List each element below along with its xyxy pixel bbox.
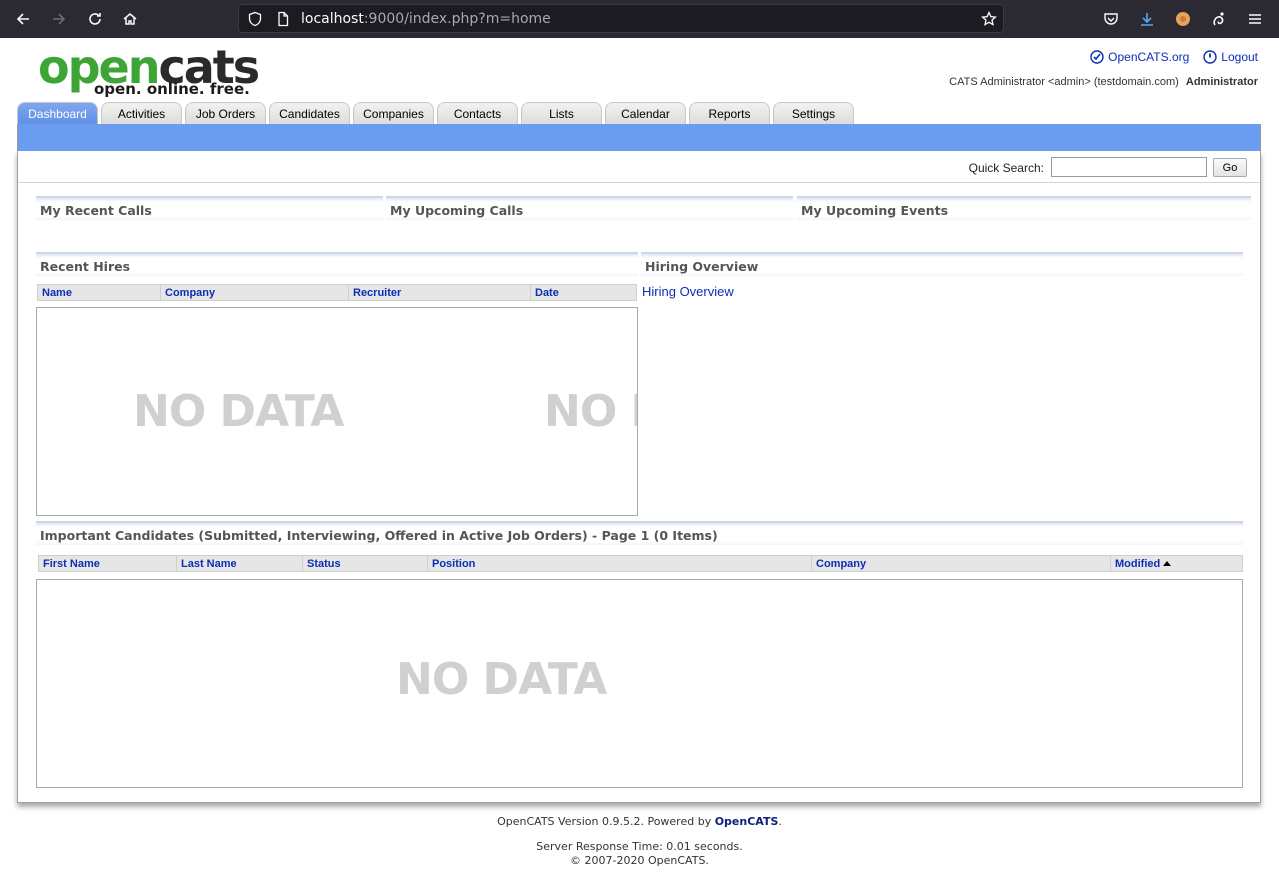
user-line: CATS Administrator <admin> (testdomain.c… [949,76,1179,88]
col-modified-label: Modified [1115,558,1161,570]
forward-button[interactable] [47,7,71,31]
col-recruiter[interactable]: Recruiter [349,285,531,300]
logout-label: Logout [1221,50,1258,64]
col-first-name[interactable]: First Name [39,556,177,571]
reload-button[interactable] [83,7,107,31]
main-tabs: Dashboard Activities Job Orders Candidat… [17,102,854,125]
opencats-org-link[interactable]: OpenCATS.org [1090,50,1189,64]
quick-search-go-button[interactable]: Go [1213,158,1247,177]
section-recent-hires: Recent Hires [36,252,638,276]
tab-reports[interactable]: Reports [689,102,770,124]
tab-contacts[interactable]: Contacts [437,102,518,124]
candidates-table-empty: NO DATA [36,579,1243,788]
home-button[interactable] [118,7,142,31]
check-circle-icon [1090,50,1104,64]
hamburger-icon [1249,14,1261,24]
tab-dashboard[interactable]: Dashboard [17,102,98,125]
opencats-footer-link[interactable]: OpenCATS [715,815,779,828]
no-data-label: NO DATA [396,654,607,705]
col-modified[interactable]: Modified [1111,556,1242,571]
user-role: Administrator [1185,76,1258,88]
tab-candidates[interactable]: Candidates [269,102,350,124]
shield-icon [248,11,262,27]
col-last-name[interactable]: Last Name [177,556,303,571]
menu-button[interactable] [1243,7,1267,31]
gnome-icon [1213,12,1224,26]
downloads-button[interactable] [1135,7,1159,31]
url-text: localhost:9000/index.php?m=home [301,11,551,27]
col-position[interactable]: Position [428,556,812,571]
pocket-button[interactable] [1099,7,1123,31]
star-icon[interactable] [981,11,997,27]
tab-lists[interactable]: Lists [521,102,602,124]
download-icon [1141,13,1153,26]
logout-link[interactable]: Logout [1203,50,1258,64]
pocket-icon [1104,13,1118,25]
tab-calendar[interactable]: Calendar [605,102,686,124]
user-info: CATS Administrator <admin> (testdomain.c… [949,76,1258,88]
col-company[interactable]: Company [812,556,1111,571]
quick-search-input[interactable] [1051,157,1207,177]
power-icon [1203,50,1217,64]
version-text: OpenCATS Version 0.9.5.2. Powered by [497,815,715,828]
section-upcoming-events: My Upcoming Events [797,196,1251,220]
opencats-org-label: OpenCATS.org [1108,50,1190,64]
hiring-overview-link[interactable]: Hiring Overview [642,284,734,299]
footer-copyright: © 2007-2020 OpenCATS. [570,854,709,867]
avatar-icon [1176,12,1190,26]
section-upcoming-calls: My Upcoming Calls [386,196,793,220]
extension-button[interactable] [1207,7,1231,31]
reload-icon [89,13,101,25]
account-button[interactable] [1171,7,1195,31]
tab-settings[interactable]: Settings [773,102,854,124]
candidates-header: First Name Last Name Status Position Com… [38,555,1243,572]
col-status[interactable]: Status [303,556,428,571]
arrow-right-icon [53,13,66,25]
arrow-left-icon [16,13,29,25]
logo-tagline: open. online. free. [94,80,250,98]
subtab-bar [17,124,1261,151]
section-hiring-overview: Hiring Overview [641,252,1243,276]
sort-asc-icon [1163,561,1172,566]
browser-toolbar: localhost:9000/index.php?m=home [0,0,1279,38]
col-name[interactable]: Name [38,285,161,300]
tab-companies[interactable]: Companies [353,102,434,124]
no-data-label-partial: NO D [544,386,637,437]
page-icon [278,11,289,27]
footer-response-time: Server Response Time: 0.01 seconds. [536,840,743,853]
tab-job-orders[interactable]: Job Orders [185,102,266,124]
footer-version: OpenCATS Version 0.9.5.2. Powered by Ope… [0,815,1279,828]
opencats-logo[interactable]: opencats open. online. free. [38,44,260,102]
header-links: OpenCATS.org Logout [1090,50,1258,64]
tab-activities[interactable]: Activities [101,102,182,124]
url-bar[interactable]: localhost:9000/index.php?m=home [238,4,1004,33]
section-recent-calls: My Recent Calls [36,196,383,220]
no-data-label: NO DATA [133,386,344,437]
col-company[interactable]: Company [161,285,349,300]
recent-hires-header: Name Company Recruiter Date [37,284,637,301]
recent-hires-chart: NO DATA NO D [36,307,638,516]
quick-search-row: Quick Search: Go [18,151,1260,183]
version-suffix: . [778,815,782,828]
home-icon [123,13,137,25]
quick-search-label: Quick Search: [968,161,1044,175]
back-button[interactable] [11,7,35,31]
section-important-candidates: Important Candidates (Submitted, Intervi… [36,521,1243,545]
main-content: Quick Search: Go My Recent Calls My Upco… [17,151,1261,803]
col-date[interactable]: Date [531,285,636,300]
